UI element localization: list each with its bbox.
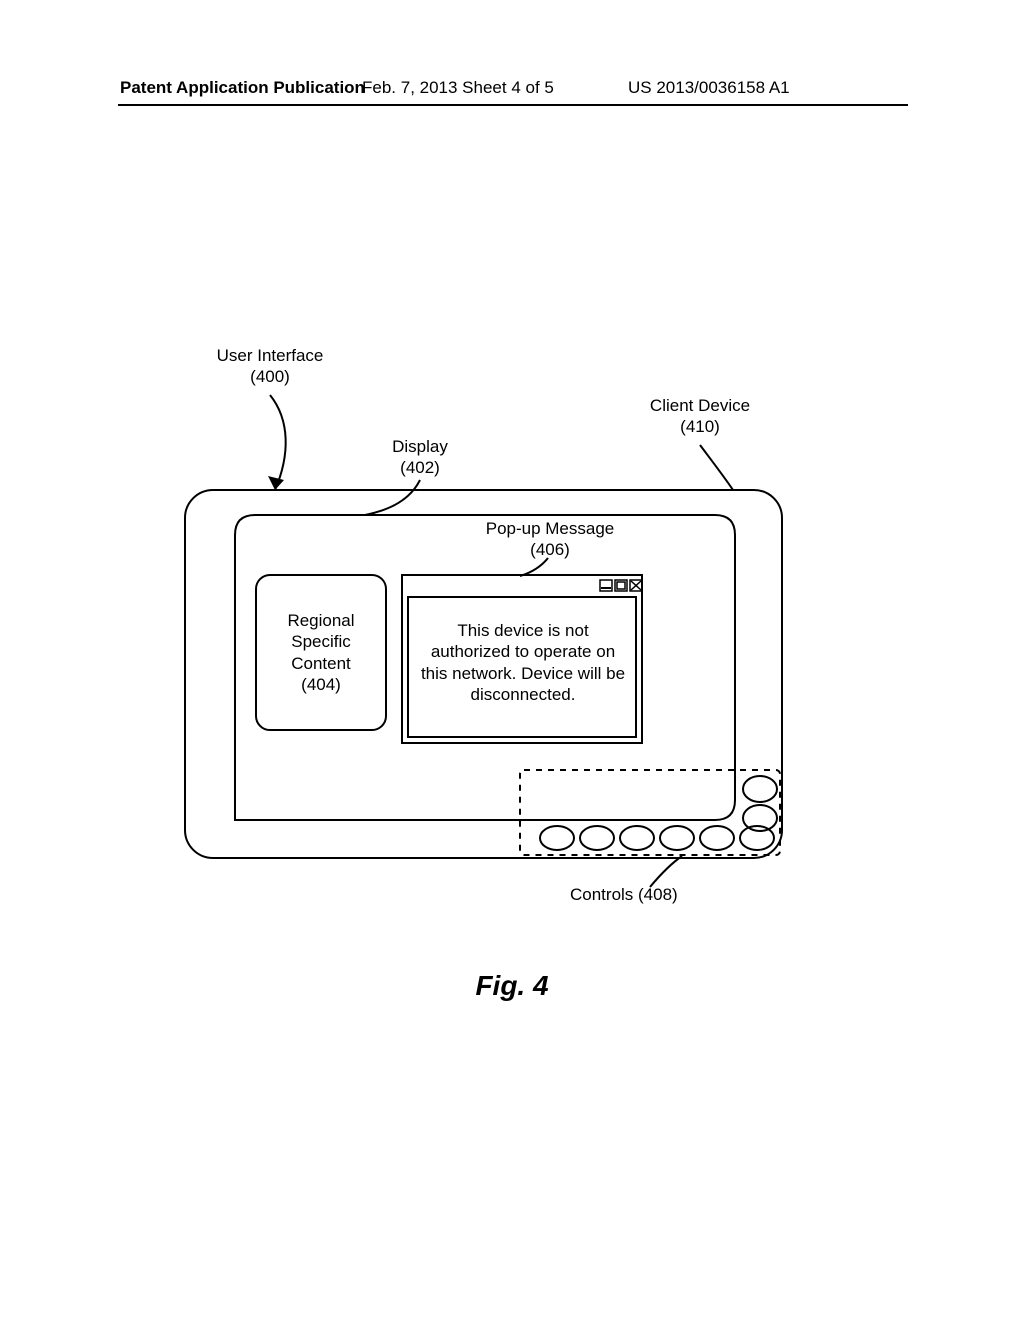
label-text: Display xyxy=(392,437,448,456)
label-text: Pop-up Message xyxy=(486,519,615,538)
label-user-interface: User Interface (400) xyxy=(190,345,350,388)
control-button[interactable] xyxy=(620,826,654,850)
leader-controls xyxy=(650,856,682,887)
popup-message-text: This device is not authorized to operate… xyxy=(418,620,628,705)
label-text: Specific xyxy=(291,632,351,651)
control-button[interactable] xyxy=(580,826,614,850)
label-text: Client Device xyxy=(650,396,750,415)
label-text: This device is not authorized to operate… xyxy=(421,621,625,704)
regional-content-text: Regional Specific Content (404) xyxy=(258,610,384,695)
label-text: (406) xyxy=(530,540,570,559)
label-display: Display (402) xyxy=(360,436,480,479)
control-button[interactable] xyxy=(743,776,777,802)
control-button[interactable] xyxy=(660,826,694,850)
label-popup: Pop-up Message (406) xyxy=(450,518,650,561)
leader-popup xyxy=(520,558,548,576)
control-button[interactable] xyxy=(700,826,734,850)
leader-ui-arrowhead xyxy=(268,476,284,490)
figure-caption: Fig. 4 xyxy=(0,970,1024,1002)
minimize-icon[interactable] xyxy=(600,580,612,591)
leader-display xyxy=(365,480,420,515)
control-button[interactable] xyxy=(740,826,774,850)
label-client-device: Client Device (410) xyxy=(620,395,780,438)
label-text: (402) xyxy=(400,458,440,477)
control-button[interactable] xyxy=(540,826,574,850)
label-text: (400) xyxy=(250,367,290,386)
label-text: Regional xyxy=(287,611,354,630)
leader-ui xyxy=(270,395,286,490)
leader-client xyxy=(700,445,733,490)
page: Patent Application Publication Feb. 7, 2… xyxy=(0,0,1024,1320)
popup-titlebar-icons xyxy=(600,580,642,591)
label-controls: Controls (408) xyxy=(570,884,730,905)
label-text: Controls (408) xyxy=(570,885,678,904)
label-text: Content xyxy=(291,654,351,673)
label-text: (410) xyxy=(680,417,720,436)
label-text: (404) xyxy=(301,675,341,694)
label-text: User Interface xyxy=(217,346,324,365)
